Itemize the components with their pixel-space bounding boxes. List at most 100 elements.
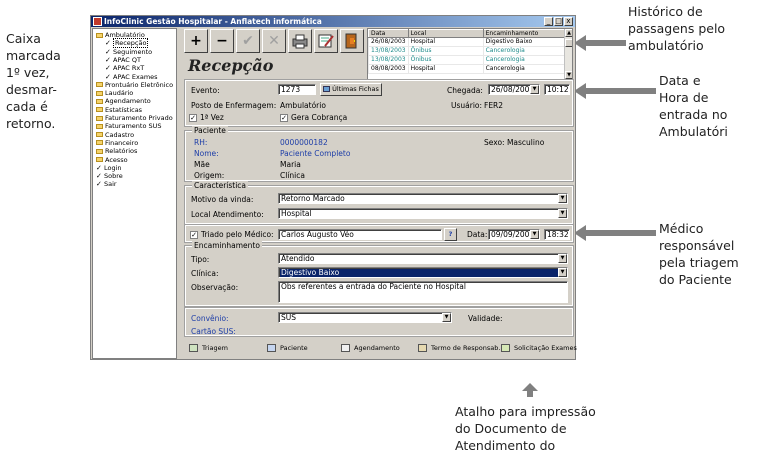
triage-checkbox[interactable]: ✓ Triado pelo Médico:	[190, 230, 274, 239]
tree-item[interactable]: Cadastro	[96, 131, 134, 139]
tree-item[interactable]: ✓ Recepção	[105, 38, 149, 49]
first-visit-checkbox[interactable]: ✓ 1ª Vez	[189, 113, 224, 122]
triage-date-field[interactable]: 09/09/2003 ▼	[488, 229, 540, 240]
triage-date-dropdown-icon[interactable]: ▼	[530, 230, 539, 239]
triage-shortcut[interactable]: Triagem	[189, 344, 228, 352]
type-select[interactable]: Atendido ▼	[278, 253, 568, 264]
remove-button[interactable]: −	[210, 29, 234, 53]
triage-check-icon[interactable]: ✓	[190, 231, 198, 239]
tree-item-label: Acesso	[105, 155, 128, 164]
insurance-dropdown-icon[interactable]: ▼	[442, 313, 451, 322]
tree-item[interactable]: Estatísticas	[96, 106, 142, 114]
confirm-button[interactable]: ✔	[236, 29, 260, 53]
exam-icon	[501, 344, 510, 352]
history-header-local[interactable]: Local	[407, 29, 484, 38]
tree-item-label: Prontuário Eletrônico	[105, 80, 174, 89]
insurance-select[interactable]: SUS ▼	[278, 312, 452, 323]
folder-icon	[96, 98, 103, 104]
scroll-up-icon[interactable]: ▲	[565, 29, 572, 37]
exam-request-shortcut[interactable]: Solicitação Exames	[501, 344, 577, 352]
page-title: Recepção	[188, 56, 274, 75]
characteristic-group-title: Característica	[192, 181, 249, 190]
tree-item[interactable]: Faturamento Privado	[96, 114, 173, 122]
tree-item[interactable]: ✓ Login	[96, 164, 122, 172]
name-value: Paciente Completo	[280, 149, 351, 158]
tree-item[interactable]: Financeiro	[96, 139, 138, 147]
tree-item[interactable]: Prontuário Eletrônico	[96, 81, 173, 89]
scroll-down-icon[interactable]: ▼	[565, 71, 572, 79]
history-row[interactable]: 13/08/2003 Ônibus Cancerologia	[368, 46, 566, 56]
doctor-lookup-button[interactable]: ?	[444, 228, 457, 241]
billing-checkbox[interactable]: ✓ Gera Cobrança	[280, 113, 347, 122]
clinic-value: Digestivo Baixo	[281, 268, 340, 277]
annotation-print: Atalho para impressão do Documento de At…	[455, 404, 596, 453]
sex-value: Sexo: Masculino	[484, 138, 545, 147]
minimize-button[interactable]: _	[544, 17, 553, 26]
event-panel: Evento: 1273 Últimas Fichas Chegada: 26/…	[184, 79, 574, 127]
reason-select[interactable]: Retorno Marcado ▼	[278, 193, 568, 204]
tree-item[interactable]: ✓ APAC RxT	[105, 64, 144, 72]
location-select[interactable]: Hospital ▼	[278, 208, 568, 219]
tree-item[interactable]: ✓ Sair	[96, 180, 117, 188]
scroll-thumb[interactable]	[565, 39, 572, 47]
check-icon: ✓	[96, 180, 102, 189]
history-cell-encaminhamento: Digestivo Baixo	[482, 37, 566, 47]
triage-doctor-field[interactable]: Carlos Augusto Véo	[278, 229, 442, 240]
add-button[interactable]: +	[184, 29, 208, 53]
event-field[interactable]: 1273	[278, 84, 316, 95]
tree-item[interactable]: Agendamento	[96, 97, 151, 105]
insurance-value: SUS	[281, 313, 297, 322]
first-visit-label: 1ª Vez	[200, 113, 224, 122]
edit-notes-button[interactable]	[314, 29, 338, 53]
last-records-button[interactable]: Últimas Fichas	[320, 83, 382, 96]
tree-item[interactable]: Laudário	[96, 89, 133, 97]
triage-time-field[interactable]: 18:32	[544, 229, 570, 240]
tree-item[interactable]: ✓ APAC Exames	[105, 73, 158, 81]
tree-item-label: Login	[104, 163, 122, 172]
arrival-date-dropdown-icon[interactable]: ▼	[530, 85, 539, 94]
history-row[interactable]: 13/08/2003 Ônibus Cancerologia	[368, 55, 566, 65]
billing-check-icon[interactable]: ✓	[280, 114, 288, 122]
toolbar: + − ✔ ✕	[184, 29, 366, 53]
responsibility-term-shortcut[interactable]: Termo de Responsab.	[418, 344, 500, 352]
tree-item-label: APAC RxT	[113, 64, 145, 73]
clinic-select[interactable]: Digestivo Baixo ▼	[278, 267, 568, 278]
close-button[interactable]: x	[564, 17, 573, 26]
notes-textarea[interactable]: Obs referentes a entrada do Paciente no …	[278, 281, 568, 303]
tree-item[interactable]: ✓ Sobre	[96, 172, 123, 180]
maximize-button[interactable]: □	[554, 17, 563, 26]
history-cell-encaminhamento: Cancerologia	[482, 64, 566, 74]
tree-item[interactable]: Faturamento SUS	[96, 122, 162, 130]
print-button[interactable]	[288, 29, 312, 53]
folder-icon	[96, 140, 103, 146]
folder-icon	[96, 148, 103, 154]
clinic-dropdown-icon[interactable]: ▼	[558, 268, 567, 277]
schedule-shortcut[interactable]: Agendamento	[341, 344, 400, 352]
arrow-print-icon	[522, 383, 538, 397]
history-header-data[interactable]: Data	[368, 29, 409, 38]
patient-shortcut[interactable]: Paciente	[267, 344, 308, 352]
exit-button[interactable]	[340, 29, 364, 53]
arrival-date-field[interactable]: 26/08/2003 ▼	[488, 84, 540, 95]
tree-item[interactable]: ✓ APAC QT	[105, 56, 141, 64]
first-visit-check-icon[interactable]: ✓	[189, 114, 197, 122]
history-row[interactable]: 08/08/2003 Hospital Cancerologia	[368, 64, 566, 74]
location-dropdown-icon[interactable]: ▼	[558, 209, 567, 218]
cancel-button[interactable]: ✕	[262, 29, 286, 53]
history-cell-encaminhamento: Cancerologia	[482, 46, 566, 56]
history-row[interactable]: 26/08/2003 Hospital Digestivo Baixo	[368, 37, 566, 47]
arrival-time-field[interactable]: 10:12	[544, 84, 570, 95]
door-exit-icon	[345, 33, 357, 49]
folder-icon	[96, 157, 103, 162]
tree-item[interactable]: Acesso	[96, 156, 128, 164]
location-value: Hospital	[281, 209, 312, 218]
history-header-encaminhamento[interactable]: Encaminhamento	[482, 29, 566, 38]
records-icon	[323, 86, 331, 92]
tree-item[interactable]: ✓ Seguimento	[105, 48, 152, 56]
tree-item[interactable]: Relatórios	[96, 147, 137, 155]
splitter[interactable]	[178, 28, 182, 359]
mother-label: Mãe	[194, 160, 210, 169]
history-scrollbar[interactable]: ▲ ▼	[564, 29, 572, 79]
reason-dropdown-icon[interactable]: ▼	[558, 194, 567, 203]
type-dropdown-icon[interactable]: ▼	[558, 254, 567, 263]
